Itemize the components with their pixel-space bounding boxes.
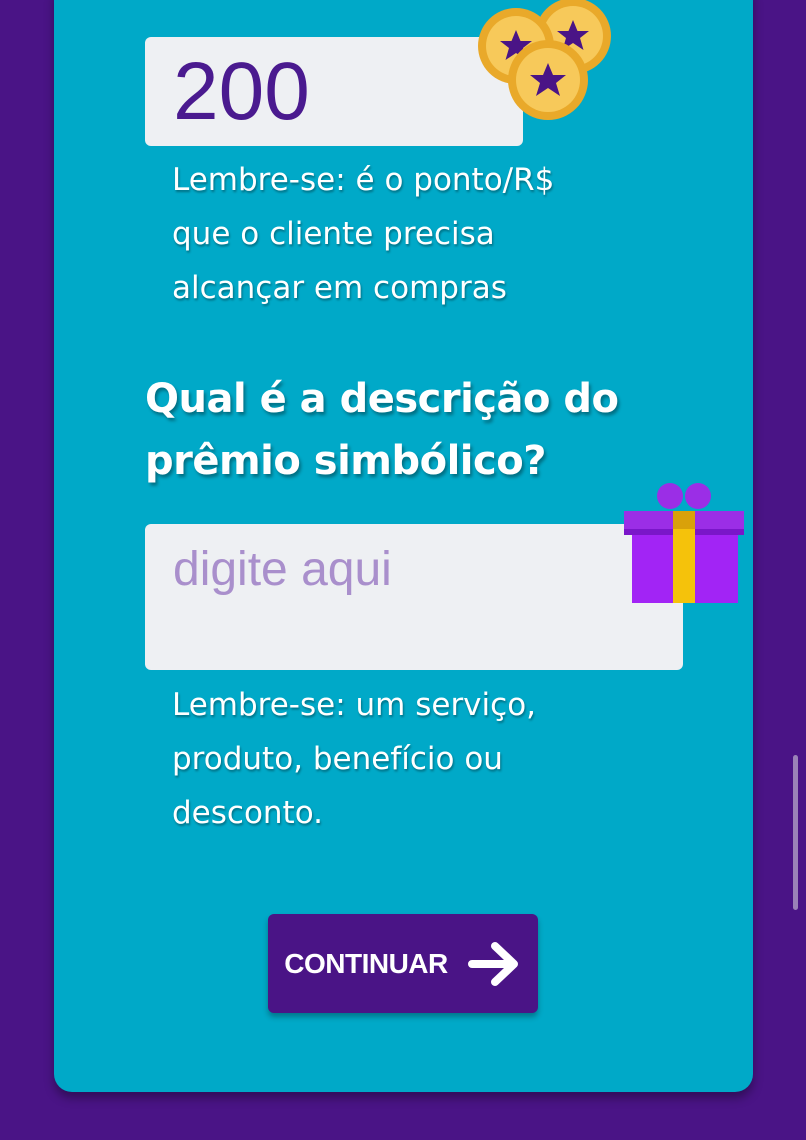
prize-description-input[interactable] <box>145 524 683 670</box>
prize-question-heading: Qual é a descrição do prêmio simbólico? <box>145 376 619 484</box>
gift-box-icon <box>624 483 744 603</box>
continue-button[interactable]: CONTINUAR <box>268 914 538 1013</box>
points-hint-text: Lembre-se: é o ponto/R$ que o cliente pr… <box>172 162 555 306</box>
prize-hint-text: Lembre-se: um serviço, produto, benefíci… <box>172 687 537 831</box>
gold-coins-icon <box>478 0 611 120</box>
arrow-right-icon <box>467 941 518 986</box>
continue-button-label: CONTINUAR <box>284 947 448 979</box>
page-scrollbar[interactable] <box>793 755 798 910</box>
points-input[interactable] <box>145 37 523 146</box>
